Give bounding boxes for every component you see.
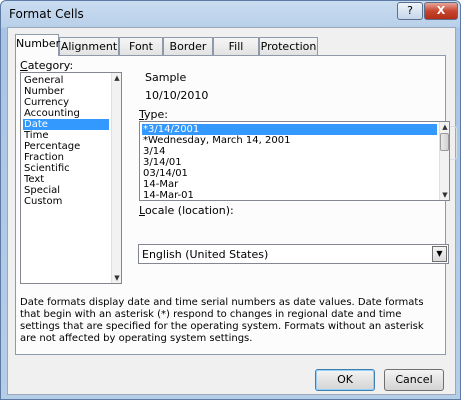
locale-label: Locale (location): [139,204,234,217]
locale-value: English (United States) [142,248,269,261]
category-item-5[interactable]: Time [23,130,109,141]
category-item-2[interactable]: Currency [23,97,109,108]
close-button[interactable]: X [424,2,458,20]
type-item-1[interactable]: *Wednesday, March 14, 2001 [142,135,437,146]
sample-label: Sample [145,71,187,84]
type-scroll-thumb[interactable] [440,133,449,151]
scroll-down-arrow-icon[interactable]: ▼ [112,273,121,283]
category-item-3[interactable]: Accounting [23,108,109,119]
ok-button[interactable]: OK [315,369,375,391]
format-description: Date formats display date and time seria… [20,297,424,344]
category-item-10[interactable]: Special [23,185,109,196]
scroll-up-arrow-icon[interactable]: ▲ [440,122,449,132]
type-label: Type: [139,108,168,121]
type-item-6[interactable]: 14-Mar-01 [142,190,437,200]
type-item-2[interactable]: 3/14 [142,146,437,157]
category-item-4[interactable]: Date [23,119,109,130]
title-bar[interactable]: Format Cells ? X [1,1,460,27]
category-item-1[interactable]: Number [23,86,109,97]
sample-value: 10/10/2010 [145,89,209,102]
category-label: Category: [20,59,74,72]
category-item-11[interactable]: Custom [23,196,109,207]
scroll-up-arrow-icon[interactable]: ▲ [112,73,121,83]
tab-alignment[interactable]: Alignment [59,37,119,55]
category-item-0[interactable]: General [23,75,109,86]
tab-number[interactable]: Number [15,34,60,56]
category-item-6[interactable]: Percentage [23,141,109,152]
type-item-0[interactable]: *3/14/2001 [142,124,437,135]
tab-protection[interactable]: Protection [259,37,318,55]
category-listbox[interactable]: ▲ ▼ General Number Currency Accounting Date T… [20,72,122,284]
type-item-3[interactable]: 3/14/01 [142,157,437,168]
window-title: Format Cells [9,7,84,21]
type-item-4[interactable]: 03/14/01 [142,168,437,179]
category-item-7[interactable]: Fraction [23,152,109,163]
format-cells-dialog: Format Cells ? X Number Alignment Font B… [0,0,461,400]
tab-border[interactable]: Border [163,37,213,55]
category-item-8[interactable]: Scientific [23,163,109,174]
type-scrollbar[interactable]: ▲ ▼ [439,122,449,200]
help-button[interactable]: ? [397,2,423,20]
cancel-button[interactable]: Cancel [384,369,444,391]
type-listbox[interactable]: ▲ ▼ *3/14/2001 *Wednesday, March 14, 2001… [139,121,450,201]
category-scrollbar[interactable]: ▲ ▼ [111,73,121,283]
dialog-body: Number Alignment Font Border Fill Protec… [7,27,457,395]
category-item-9[interactable]: Text [23,174,109,185]
type-item-5[interactable]: 14-Mar [142,179,437,190]
scroll-down-arrow-icon[interactable]: ▼ [440,190,449,200]
tab-fill[interactable]: Fill [213,37,259,55]
dropdown-arrow-icon[interactable]: ▼ [432,246,447,262]
locale-dropdown[interactable]: English (United States) ▼ [138,244,449,264]
tab-font[interactable]: Font [119,37,163,55]
